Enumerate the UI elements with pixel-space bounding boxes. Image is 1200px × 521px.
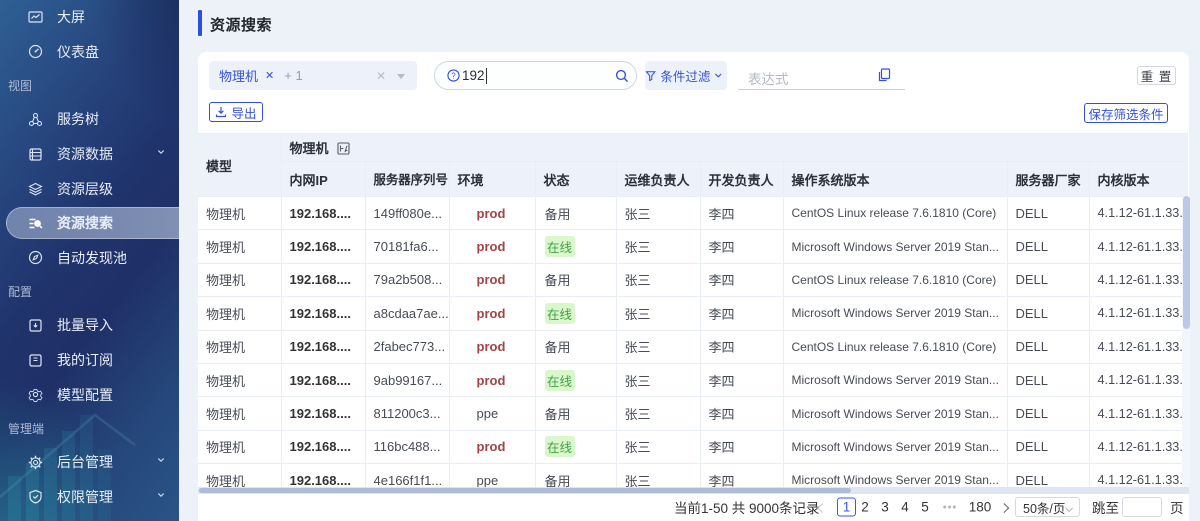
svg-text:?: ? <box>451 71 456 80</box>
